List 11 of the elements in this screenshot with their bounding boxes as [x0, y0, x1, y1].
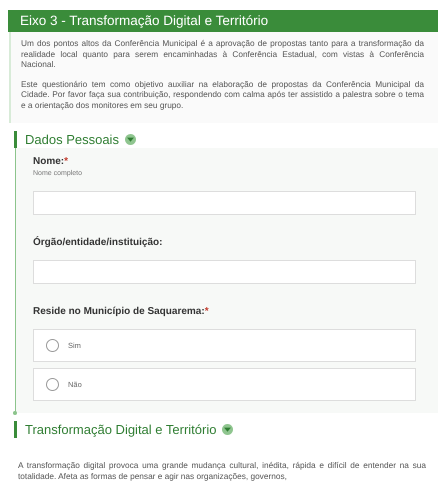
intro-paragraph: Um dos pontos altos da Conferência Municipal é a aprovação de propostas tanto para a transformação da realidade local quanto para serem encaminhadas à Conferência Estadual, com vistas à Conferência Nacional. — [21, 38, 424, 70]
question-label: Órgão/entidade/instituição: — [33, 237, 164, 248]
required-mark: * — [204, 306, 209, 317]
intro-paragraph: Este questionário tem como objetivo auxiliar na elaboração de propostas da Conferência Municipal da Cidade. Por favor faça sua contribuição, respondendo com calma após ter assistido a palestra sobre o tema e a orientação dos monitores em seu grupo. — [21, 78, 424, 110]
required-mark: * — [64, 156, 68, 167]
question-label: Nome:* — [33, 156, 70, 167]
section-title: Dados Pessoais — [25, 132, 119, 147]
section-text: A transformação digital provoca uma grande mudança cultural, inédita, rápida e difícil de entender na sua totalidade. Afeta as formas de pensar e agir nas organizações, governos, — [18, 460, 426, 481]
form-title: Eixo 3 - Transformação Digital e Território — [8, 10, 438, 32]
section-title: Transformação Digital e Território — [25, 422, 216, 437]
question-label: Reside no Município de Saquarema:* — [33, 306, 210, 317]
